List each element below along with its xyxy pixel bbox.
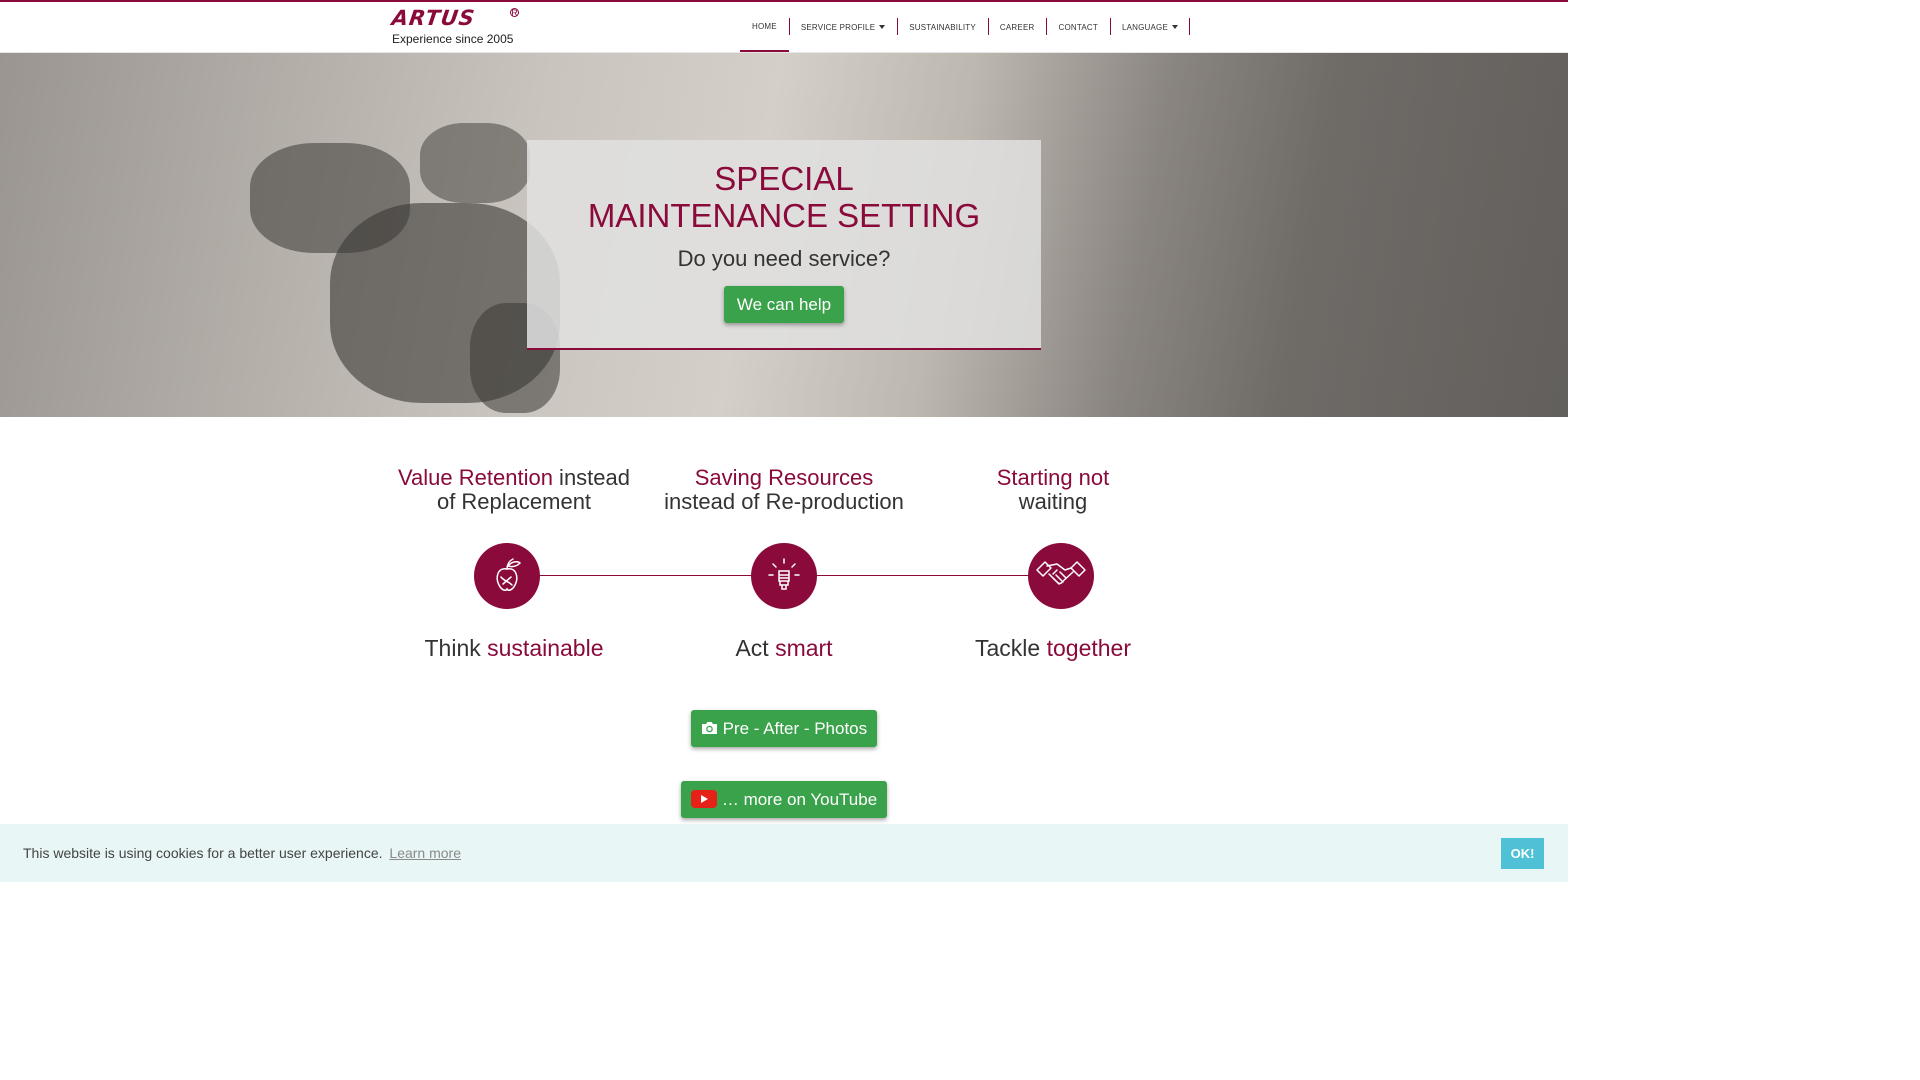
caret-down-icon	[879, 25, 886, 29]
youtube-button[interactable]: … more on YouTube	[681, 781, 887, 818]
think-2-prefix: Act	[735, 635, 776, 661]
value-heading-2: Saving Resources instead of Re-productio…	[634, 466, 934, 514]
think-2-highlight: smart	[775, 635, 833, 661]
nav-contact[interactable]: CONTACT	[1046, 2, 1109, 52]
hero-title-line1: SPECIAL	[714, 160, 854, 197]
think-1-prefix: Think	[424, 635, 488, 661]
nav-language[interactable]: LANGUAGE	[1109, 2, 1191, 52]
nav-sustainability[interactable]: SUSTAINABILITY	[897, 2, 988, 52]
logo-wordmark: ARTUS	[390, 6, 477, 30]
cookie-ok-button[interactable]: OK!	[1501, 838, 1544, 869]
nav-contact-label: CONTACT	[1058, 22, 1098, 32]
pre-after-photos-label: Pre - After - Photos	[717, 719, 868, 738]
nav-home[interactable]: HOME	[740, 2, 789, 52]
think-1-highlight: sustainable	[487, 635, 604, 661]
act-smart: Act smart	[634, 635, 934, 662]
nav-sustainability-label: SUSTAINABILITY	[909, 22, 976, 32]
site-header: ARTUS R Experience since 2005 HOME SERVI…	[0, 2, 1568, 53]
value-heading-1-rest: instead	[552, 465, 630, 490]
youtube-icon	[690, 790, 717, 808]
handshake-icon	[1028, 543, 1094, 609]
value-heading-3: Starting not waiting	[903, 466, 1203, 514]
nav-career-label: CAREER	[999, 22, 1035, 32]
registered-mark: R	[510, 8, 519, 18]
nav-career[interactable]: CAREER	[987, 2, 1047, 52]
camera-icon	[701, 722, 717, 734]
hero-title-line2: MAINTENANCE SETTING	[587, 197, 981, 234]
apple-leaf-icon	[474, 543, 540, 609]
value-heading-2-line2: instead of Re-production	[664, 489, 904, 514]
learn-more-link[interactable]: Learn more	[389, 845, 461, 861]
value-heading-1-highlight: Value Retention	[398, 465, 553, 490]
nav-service-profile-label: SERVICE PROFILE	[800, 22, 876, 32]
cookie-banner: This website is using cookies for a bett…	[0, 824, 1568, 882]
hero-texture	[420, 123, 530, 203]
think-sustainable: Think sustainable	[364, 635, 664, 662]
value-heading-3-line2: waiting	[1018, 489, 1088, 514]
value-heading-2-highlight: Saving Resources	[694, 465, 874, 490]
hero-banner: SPECIAL MAINTENANCE SETTING Do you need …	[0, 53, 1568, 417]
main-nav: HOME SERVICE PROFILE SUSTAINABILITY CARE…	[740, 2, 1191, 52]
think-3-prefix: Tackle	[975, 635, 1047, 661]
cookie-message: This website is using cookies for a bett…	[23, 845, 461, 861]
value-heading-3-highlight: Starting not	[996, 465, 1110, 490]
hero-subtitle: Do you need service?	[677, 246, 891, 271]
nav-service-profile[interactable]: SERVICE PROFILE	[788, 2, 897, 52]
tagline: Experience since 2005	[392, 32, 514, 46]
hero-title: SPECIAL MAINTENANCE SETTING	[527, 160, 1041, 234]
nav-home-label: HOME	[752, 21, 777, 31]
we-can-help-button[interactable]: We can help	[723, 286, 845, 323]
youtube-button-label: … more on YouTube	[721, 790, 878, 809]
pre-after-photos-button[interactable]: Pre - After - Photos	[691, 710, 877, 747]
think-3-highlight: together	[1046, 635, 1131, 661]
value-heading-1-line2: of Replacement	[436, 489, 592, 514]
tackle-together: Tackle together	[903, 635, 1203, 662]
value-heading-1: Value Retention instead of Replacement	[364, 466, 664, 514]
hero-card: SPECIAL MAINTENANCE SETTING Do you need …	[527, 140, 1041, 350]
caret-down-icon	[1172, 25, 1179, 29]
artus-logo[interactable]: ARTUS R	[390, 6, 519, 30]
nav-language-label: LANGUAGE	[1121, 22, 1169, 32]
lightbulb-icon	[751, 543, 817, 609]
cookie-text: This website is using cookies for a bett…	[23, 845, 383, 861]
